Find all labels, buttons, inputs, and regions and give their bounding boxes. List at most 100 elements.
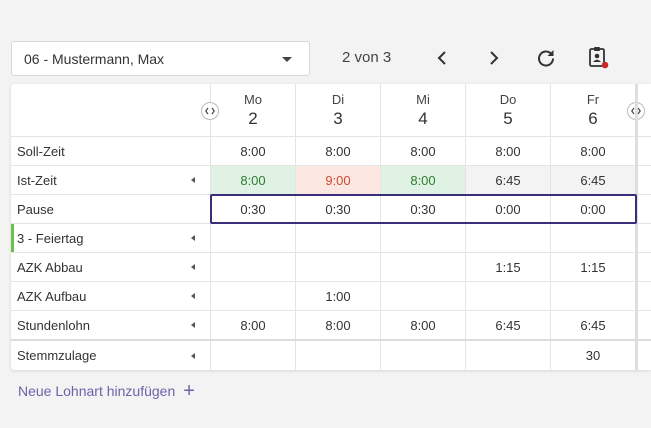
table-cell[interactable]: 0:30 <box>210 195 295 223</box>
table-cell[interactable]: 8:00 <box>210 311 295 339</box>
scroll-left-button[interactable] <box>201 102 219 120</box>
expand-arrow-icon[interactable] <box>191 293 195 299</box>
plus-icon: + <box>183 380 195 402</box>
table-cell[interactable] <box>210 253 295 281</box>
table-cell[interactable] <box>550 224 635 252</box>
day-number: 4 <box>418 109 428 128</box>
table-cell[interactable] <box>380 341 465 370</box>
chevron-left-icon <box>437 51 446 65</box>
table-cell[interactable]: 6:45 <box>550 166 635 194</box>
toolbar: 06 - Mustermann, Max 2 von 3 <box>0 0 651 84</box>
table-cell[interactable]: 8:00 <box>210 137 295 165</box>
table-cell[interactable]: 6:45 <box>465 311 550 339</box>
day-of-week: Mi <box>416 92 430 107</box>
day-of-week: Fr <box>586 92 600 107</box>
refresh-icon <box>538 50 555 67</box>
table-cell[interactable]: 8:00 <box>380 311 465 339</box>
clipboard-button[interactable] <box>584 44 612 72</box>
add-wage-type-link[interactable]: Neue Lohnart hinzufügen + <box>18 380 195 402</box>
table-cell[interactable] <box>465 224 550 252</box>
table-cell[interactable] <box>210 224 295 252</box>
table-cell[interactable]: 9:00 <box>295 166 380 194</box>
expand-arrow-icon[interactable] <box>191 264 195 270</box>
refresh-button[interactable] <box>532 44 560 72</box>
row-label-text: AZK Abbau <box>17 259 83 275</box>
expand-arrow-icon[interactable] <box>191 235 195 241</box>
table-cell[interactable]: 8:00 <box>380 166 465 194</box>
table-cell[interactable]: 1:15 <box>550 253 635 281</box>
row-label: Soll-Zeit <box>11 137 210 165</box>
expand-arrow-icon[interactable] <box>191 322 195 328</box>
table-cell[interactable]: 0:00 <box>550 195 635 223</box>
row-label: Stundenlohn <box>11 311 210 339</box>
day-column-header: Do 5 <box>465 84 550 137</box>
day-column-header: Di 3 <box>295 84 380 137</box>
scroll-edge <box>635 84 638 370</box>
table-cell[interactable]: 8:00 <box>550 137 635 165</box>
table-cell[interactable] <box>550 282 635 310</box>
row-label-text: Stemmzulage <box>17 348 97 363</box>
table-cell[interactable] <box>210 341 295 370</box>
table-cell[interactable] <box>380 224 465 252</box>
row-label-text: Pause <box>17 201 54 217</box>
row-label-text: Ist-Zeit <box>17 172 57 188</box>
table-cell[interactable]: 0:30 <box>295 195 380 223</box>
day-number: 6 <box>588 109 598 128</box>
day-of-week: Mo <box>243 92 263 107</box>
table-row: Soll-Zeit 8:00 8:00 8:00 8:00 8:00 <box>11 137 651 166</box>
table-cell[interactable] <box>465 341 550 370</box>
chevron-right-icon <box>490 51 499 65</box>
row-label-text: Soll-Zeit <box>17 143 65 159</box>
row-label: Ist-Zeit <box>11 166 210 194</box>
table-cell[interactable]: 6:45 <box>550 311 635 339</box>
table-row: Pause 0:30 0:30 0:30 0:00 0:00 <box>11 195 651 224</box>
prev-button[interactable] <box>428 44 456 72</box>
timesheet-table: Mo 2 Di 3 Mi 4 Do 5 Fr 6 Soll-Zeit 8:00 … <box>11 84 651 370</box>
day-column-header: Mi 4 <box>380 84 465 137</box>
day-column-header: Mo 2 <box>210 84 295 137</box>
table-cell[interactable]: 30 <box>550 341 635 370</box>
row-label: AZK Aufbau <box>11 282 210 310</box>
table-row: Stemmzulage 30 <box>11 341 651 370</box>
table-cell[interactable]: 0:30 <box>380 195 465 223</box>
table-cell[interactable] <box>210 282 295 310</box>
expand-arrow-icon[interactable] <box>191 352 195 359</box>
table-cell[interactable] <box>380 253 465 281</box>
table-cell[interactable]: 8:00 <box>210 166 295 194</box>
table-row: 3 - Feiertag <box>11 224 651 253</box>
pager-text: 2 von 3 <box>342 49 392 66</box>
day-of-week: Do <box>499 92 517 107</box>
table-row: Ist-Zeit 8:00 9:00 8:00 6:45 6:45 <box>11 166 651 195</box>
table-cell[interactable]: 1:00 <box>295 282 380 310</box>
day-number: 5 <box>503 109 513 128</box>
table-cell[interactable]: 8:00 <box>295 137 380 165</box>
table-cell[interactable] <box>465 282 550 310</box>
table-cell[interactable]: 8:00 <box>295 311 380 339</box>
table-cell[interactable] <box>295 224 380 252</box>
row-label: 3 - Feiertag <box>11 224 210 252</box>
employee-select-value: 06 - Mustermann, Max <box>24 50 165 67</box>
row-label: Stemmzulage <box>11 341 210 370</box>
day-column-header: Fr 6 <box>550 84 635 137</box>
table-cell[interactable]: 6:45 <box>465 166 550 194</box>
clipboard-user-icon <box>589 47 609 69</box>
table-cell[interactable]: 8:00 <box>465 137 550 165</box>
next-button[interactable] <box>480 44 508 72</box>
table-row: Stundenlohn 8:00 8:00 8:00 6:45 6:45 <box>11 311 651 341</box>
expand-arrow-icon[interactable] <box>191 177 195 183</box>
table-header-row: Mo 2 Di 3 Mi 4 Do 5 Fr 6 <box>11 84 651 137</box>
table-cell[interactable]: 8:00 <box>380 137 465 165</box>
day-number: 3 <box>333 109 343 128</box>
row-label-text: Stundenlohn <box>17 317 91 333</box>
table-cell[interactable] <box>380 282 465 310</box>
table-row: AZK Abbau 1:15 1:15 <box>11 253 651 282</box>
table-cell[interactable] <box>295 253 380 281</box>
table-cell[interactable]: 0:00 <box>465 195 550 223</box>
code-arrows-icon <box>205 107 215 115</box>
table-cell[interactable] <box>295 341 380 370</box>
day-of-week: Di <box>331 92 345 107</box>
employee-select[interactable]: 06 - Mustermann, Max <box>11 41 310 76</box>
table-cell[interactable]: 1:15 <box>465 253 550 281</box>
row-label-text: AZK Aufbau <box>17 288 87 304</box>
holiday-marker <box>11 224 14 252</box>
